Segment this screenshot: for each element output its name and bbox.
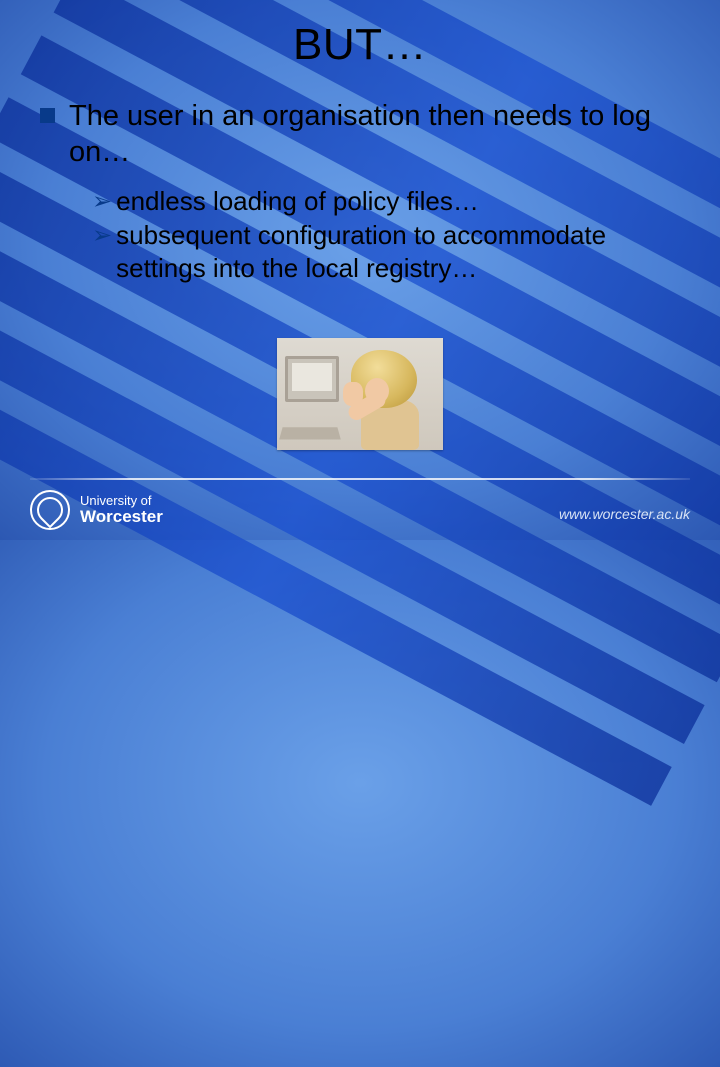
slide-footer: University of Worcester www.worcester.ac…: [0, 478, 720, 540]
sub-bullet: ➢ endless loading of policy files…: [92, 185, 680, 218]
sub-bullet: ➢ subsequent configuration to accommodat…: [92, 219, 680, 284]
footer-url: www.worcester.ac.uk: [559, 506, 690, 522]
logo-text-line1: University of: [80, 494, 163, 508]
sub-bullet-text: subsequent configuration to accommodate …: [116, 219, 680, 284]
sub-bullet-text: endless loading of policy files…: [116, 185, 479, 218]
sub-bullet-list: ➢ endless loading of policy files… ➢ sub…: [92, 185, 680, 285]
bullet-text: The user in an organisation then needs t…: [69, 98, 680, 171]
slide-title: BUT…: [40, 20, 680, 70]
arrow-bullet-icon: ➢: [92, 221, 112, 250]
bullet-level1: The user in an organisation then needs t…: [40, 98, 680, 171]
university-logo: University of Worcester: [30, 490, 163, 530]
footer-divider: [30, 478, 690, 480]
logo-crest-icon: [30, 490, 70, 530]
square-bullet-icon: [40, 108, 55, 123]
frustrated-user-image: [277, 338, 443, 450]
slide-content: BUT… The user in an organisation then ne…: [0, 0, 720, 284]
arrow-bullet-icon: ➢: [92, 187, 112, 216]
logo-text-line2: Worcester: [80, 508, 163, 526]
